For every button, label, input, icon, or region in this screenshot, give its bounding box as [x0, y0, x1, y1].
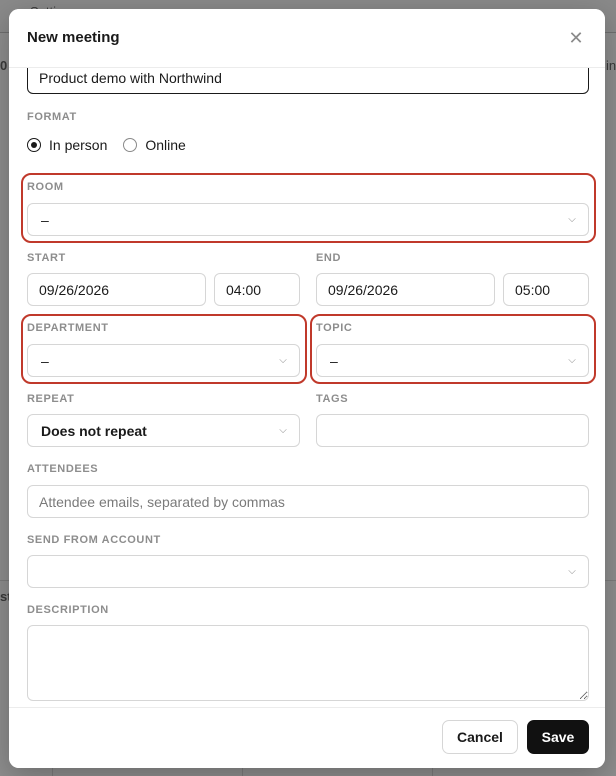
description-textarea[interactable] — [27, 625, 589, 701]
chevron-down-icon: ⌵ — [279, 355, 287, 366]
dialog-footer: Cancel Save — [9, 707, 605, 768]
format-option-label: In person — [49, 137, 108, 153]
chevron-down-icon: ⌵ — [568, 355, 576, 366]
close-icon[interactable]: ✕ — [565, 27, 587, 49]
department-value: – — [41, 352, 49, 369]
tags-input[interactable] — [316, 414, 589, 447]
attendees-label: ATTENDEES — [27, 463, 99, 475]
chevron-down-icon: ⌵ — [279, 425, 287, 436]
start-date-value: 09/26/2026 — [39, 281, 110, 298]
meeting-title-value: Product demo with Northwind — [39, 69, 222, 86]
room-label: ROOM — [27, 181, 64, 193]
format-option-online[interactable]: Online — [123, 137, 186, 153]
background-divider — [242, 768, 243, 776]
cancel-button[interactable]: Cancel — [442, 720, 518, 754]
format-option-label: Online — [145, 137, 186, 153]
end-label: END — [316, 252, 342, 264]
meeting-title-input[interactable]: Product demo with Northwind — [27, 67, 589, 94]
attendees-input[interactable]: Attendee emails, separated by commas — [27, 485, 589, 518]
background-divider — [432, 768, 433, 776]
department-label: DEPARTMENT — [27, 322, 109, 334]
repeat-value: Does not repeat — [41, 422, 147, 439]
format-label: FORMAT — [27, 111, 77, 123]
chevron-down-icon: ⌵ — [568, 214, 576, 225]
format-option-in-person[interactable]: In person — [27, 137, 107, 153]
repeat-label: REPEAT — [27, 393, 75, 405]
start-time-value: 04:00 — [226, 281, 262, 298]
format-radio-group: In person Online — [27, 137, 202, 153]
end-time-input[interactable]: 05:00 — [503, 273, 589, 306]
topic-select[interactable]: – ⌵ — [316, 344, 589, 377]
description-label: DESCRIPTION — [27, 604, 109, 616]
tags-label: TAGS — [316, 393, 349, 405]
start-time-input[interactable]: 04:00 — [214, 273, 300, 306]
topic-label: TOPIC — [316, 322, 353, 334]
background-fragment-left: 0 — [0, 58, 8, 73]
room-select[interactable]: – ⌵ — [27, 203, 589, 236]
start-date-input[interactable]: 09/26/2026 — [27, 273, 206, 306]
dialog-header: New meeting ✕ — [9, 9, 605, 68]
dialog-title: New meeting — [27, 29, 120, 46]
send-from-select[interactable]: ⌵ — [27, 555, 589, 588]
background-fragment-right: in — [606, 58, 616, 73]
end-date-value: 09/26/2026 — [328, 281, 399, 298]
radio-unchecked-icon — [123, 138, 138, 152]
send-from-label: SEND FROM ACCOUNT — [27, 534, 161, 546]
radio-checked-icon — [27, 138, 41, 152]
new-meeting-dialog: New meeting ✕ Product demo with Northwin… — [9, 9, 605, 768]
topic-value: – — [330, 352, 338, 369]
start-label: START — [27, 252, 66, 264]
repeat-select[interactable]: Does not repeat ⌵ — [27, 414, 300, 447]
save-button[interactable]: Save — [527, 720, 589, 754]
end-date-input[interactable]: 09/26/2026 — [316, 273, 495, 306]
dialog-body: Product demo with Northwind FORMAT In pe… — [9, 67, 605, 707]
room-value: – — [41, 211, 49, 228]
attendees-placeholder: Attendee emails, separated by commas — [39, 493, 285, 510]
background-divider — [52, 768, 53, 776]
end-time-value: 05:00 — [515, 281, 551, 298]
chevron-down-icon: ⌵ — [568, 566, 576, 577]
department-select[interactable]: – ⌵ — [27, 344, 300, 377]
